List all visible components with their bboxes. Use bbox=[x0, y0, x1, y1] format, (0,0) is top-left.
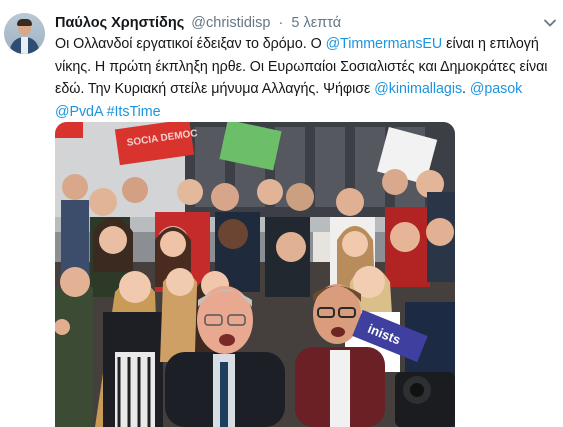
tweet-text: Οι Ολλανδοί εργατικοί έδειξαν το δρόμο. … bbox=[55, 33, 559, 123]
mention-pvda-link[interactable]: @PvdA bbox=[55, 104, 103, 120]
text-segment: εδώ. Την Κυριακή στείλε μήνυμα Αλλαγής. … bbox=[55, 81, 375, 97]
tweet-text-line: @PvdA #ItsTime bbox=[55, 101, 559, 124]
tweet-text-line: Οι Ολλανδοί εργατικοί έδειξαν το δρόμο. … bbox=[55, 33, 559, 56]
avatar[interactable] bbox=[4, 13, 45, 54]
hashtag-itstime-link[interactable]: #ItsTime bbox=[107, 104, 161, 120]
chevron-down-icon[interactable] bbox=[543, 16, 557, 30]
mention-kinimallagis-link[interactable]: @kinimallagis bbox=[374, 81, 462, 97]
author-handle[interactable]: @christidisp bbox=[191, 15, 270, 31]
avatar-shirt bbox=[21, 37, 28, 54]
text-segment: . bbox=[462, 81, 470, 97]
tweet-text-line: νίκης. Η πρώτη έκπληξη ηρθε. Οι Ευρωπαίο… bbox=[55, 56, 559, 79]
timestamp[interactable]: 5 λεπτά bbox=[291, 15, 341, 31]
avatar-hair bbox=[17, 19, 32, 26]
author-name[interactable]: Παύλος Χρηστίδης bbox=[55, 15, 184, 31]
text-segment: νίκης. Η πρώτη έκπληξη ηρθε. Οι Ευρωπαίο… bbox=[55, 58, 548, 75]
tweet-text-line: εδώ. Την Κυριακή στείλε μήνυμα Αλλαγής. … bbox=[55, 78, 559, 101]
tweet-header: Παύλος Χρηστίδης @christidisp · 5 λεπτά bbox=[55, 14, 341, 32]
separator-dot: · bbox=[278, 15, 284, 31]
mention-timmermanseu-link[interactable]: @TimmermansEU bbox=[326, 36, 443, 52]
text-segment: Οι Ολλανδοί εργατικοί έδειξαν το δρόμο. … bbox=[55, 36, 326, 52]
text-segment: είναι η επιλογή bbox=[442, 36, 539, 52]
mention-pasok-link[interactable]: @pasok bbox=[470, 81, 522, 97]
tweet-photo[interactable]: SOCIA DEMOC inists bbox=[55, 122, 455, 427]
tweet[interactable]: Παύλος Χρηστίδης @christidisp · 5 λεπτά … bbox=[0, 0, 563, 427]
